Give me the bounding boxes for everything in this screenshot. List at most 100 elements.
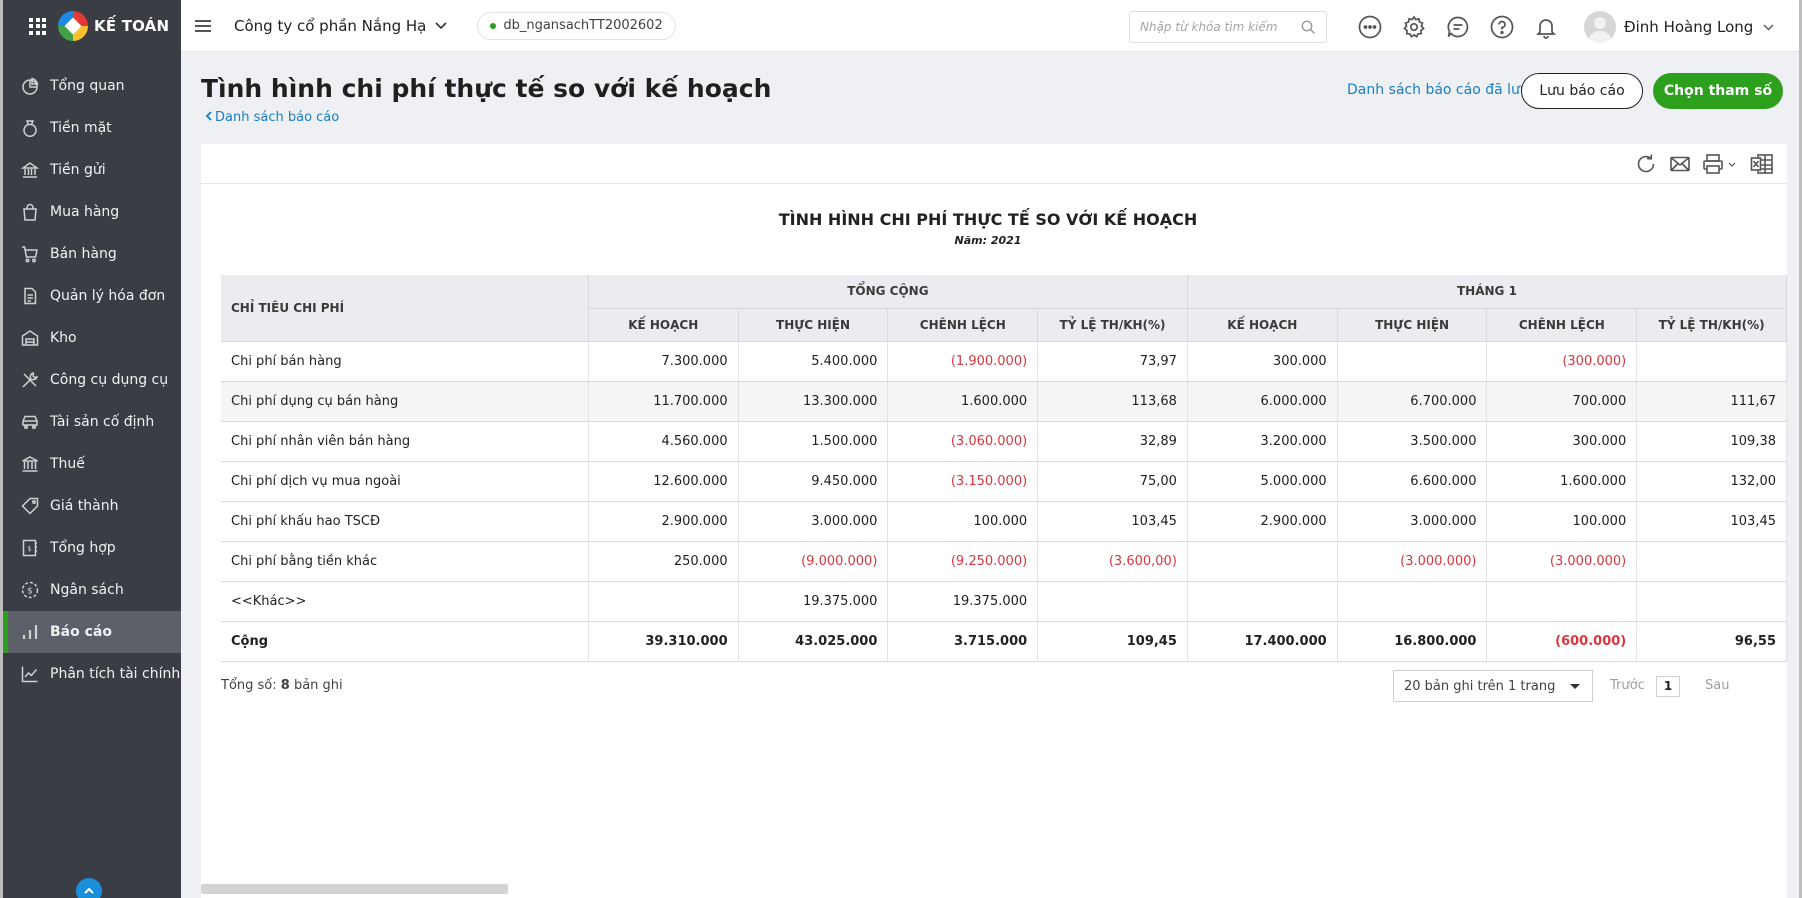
table-cell: (3.600,00)	[1037, 541, 1188, 582]
cost-item-name: Chi phí bằng tiền khác	[221, 541, 589, 582]
table-cell: 5.000.000	[1187, 461, 1338, 502]
horizontal-scrollbar[interactable]	[201, 884, 508, 894]
ledger-icon: $	[21, 539, 39, 557]
sidebar-item[interactable]: Tài sản cố định	[3, 401, 181, 443]
column-header-difference: CHÊNH LỆCH	[1486, 308, 1638, 342]
gear-icon[interactable]	[1401, 14, 1427, 40]
table-cell: 5.400.000	[738, 341, 889, 382]
record-count: Tổng số: 8 bản ghi	[221, 678, 343, 693]
table-cell: 2.900.000	[1187, 501, 1338, 542]
table-cell: 300.000	[1486, 421, 1638, 462]
cost-item-name: Chi phí khấu hao TSCĐ	[221, 501, 589, 542]
cost-item-name: Chi phí nhân viên bán hàng	[221, 421, 589, 462]
sidebar-item-label: Ngân sách	[50, 582, 124, 598]
table-row: Chi phí bằng tiền khác 250.000 (9.000.000)…	[221, 541, 1787, 582]
table-cell: 9.450.000	[738, 461, 889, 502]
sidebar-item[interactable]: Thuế	[3, 443, 181, 485]
table-cell: 103,45	[1636, 501, 1787, 542]
saved-reports-link[interactable]: Danh sách báo cáo đã lưu	[1347, 82, 1529, 98]
table-cell: 109,45	[1037, 621, 1188, 662]
table-cell: 96,55	[1636, 621, 1787, 662]
more-icon[interactable]	[1357, 14, 1383, 40]
sidebar-item[interactable]: Tổng quan	[3, 65, 181, 107]
table-cell: 3.715.000	[887, 621, 1039, 662]
collapse-sidebar-button[interactable]	[76, 878, 102, 898]
chevron-down-icon	[1763, 24, 1774, 30]
table-cell: 6.600.000	[1337, 461, 1488, 502]
sidebar-item-label: Tài sản cố định	[50, 414, 155, 430]
sidebar-item[interactable]: $ Tổng hợp	[3, 527, 181, 569]
table-cell: 16.800.000	[1337, 621, 1488, 662]
sidebar-item[interactable]: Bán hàng	[3, 233, 181, 275]
choose-parameters-button[interactable]: Chọn tham số	[1653, 73, 1783, 109]
table-cell: 132,00	[1636, 461, 1787, 502]
report-table-container: CHỈ TIÊU CHI PHÍ TỔNG CỘNG THÁNG 1 KẾ HO…	[221, 275, 1787, 662]
next-page-button[interactable]: Sau	[1705, 678, 1729, 693]
avatar	[1584, 11, 1616, 43]
shopping-bag-icon	[21, 203, 39, 221]
tax-building-icon	[21, 455, 39, 473]
search-input[interactable]: Nhập từ khóa tìm kiếm	[1129, 11, 1327, 43]
save-report-button[interactable]: Lưu báo cáo	[1521, 73, 1643, 109]
refresh-icon[interactable]	[1634, 152, 1658, 176]
page-size-value: 20 bản ghi trên 1 trang	[1404, 678, 1556, 694]
print-icon[interactable]	[1702, 152, 1738, 176]
table-cell: 109,38	[1636, 421, 1787, 462]
user-menu[interactable]: Đinh Hoàng Long	[1584, 11, 1774, 43]
table-cell: (3.150.000)	[887, 461, 1039, 502]
brand-logo	[58, 11, 88, 41]
table-cell: 1.600.000	[887, 381, 1039, 422]
bell-icon[interactable]	[1533, 14, 1559, 40]
table-cell: 1.500.000	[738, 421, 889, 462]
table-cell: 100.000	[887, 501, 1039, 542]
table-cell	[1337, 341, 1488, 382]
record-count-suffix: bản ghi	[289, 678, 343, 693]
column-header-plan: KẾ HOẠCH	[1187, 308, 1338, 342]
record-count-prefix: Tổng số:	[221, 678, 281, 693]
hamburger-menu-icon[interactable]	[195, 17, 211, 35]
group-header-total: TỔNG CỘNG	[588, 275, 1188, 309]
table-cell: 11.700.000	[588, 381, 739, 422]
database-badge[interactable]: db_ngansachTT2002602	[477, 11, 676, 40]
excel-export-icon[interactable]	[1750, 152, 1774, 176]
company-selector[interactable]: Công ty cổ phần Nắng Hạ	[234, 17, 447, 35]
table-cell: 3.200.000	[1187, 421, 1338, 462]
column-header-actual: THỰC HIỆN	[1337, 308, 1488, 342]
sidebar-nav: Tổng quan Tiền mặt Tiền gửi Mua hàng Bán hàn…	[3, 65, 181, 695]
chat-icon[interactable]	[1445, 14, 1471, 40]
table-cell	[1486, 581, 1638, 622]
email-icon[interactable]	[1668, 152, 1692, 176]
column-header-ratio: TỶ LỆ TH/KH(%)	[1636, 308, 1787, 342]
sidebar-item[interactable]: Giá thành	[3, 485, 181, 527]
tools-icon	[21, 371, 39, 389]
sidebar-item[interactable]: Phân tích tài chính	[3, 653, 181, 695]
sidebar-item-label: Tổng quan	[50, 78, 125, 94]
sidebar-top: KẾ TOÁN	[3, 0, 181, 52]
back-to-report-list-link[interactable]: Danh sách báo cáo	[205, 110, 339, 125]
sidebar-item-label: Tổng hợp	[50, 540, 116, 556]
help-icon[interactable]	[1489, 14, 1515, 40]
sidebar-item[interactable]: Công cụ dụng cụ	[3, 359, 181, 401]
table-row: Chi phí bán hàng 7.300.000 5.400.000 (1.900…	[221, 341, 1787, 382]
table-cell: 39.310.000	[588, 621, 739, 662]
status-dot	[490, 22, 497, 29]
table-cell: (9.000.000)	[738, 541, 889, 582]
sidebar-item[interactable]: Kho	[3, 317, 181, 359]
cart-icon	[21, 245, 39, 263]
table-cell: 2.900.000	[588, 501, 739, 542]
sidebar-item[interactable]: Mua hàng	[3, 191, 181, 233]
app-launcher-icon[interactable]	[29, 17, 46, 35]
report-table-body: Chi phí bán hàng 7.300.000 5.400.000 (1.900…	[221, 341, 1787, 662]
table-cell: 32,89	[1037, 421, 1188, 462]
sidebar-item[interactable]: Tiền gửi	[3, 149, 181, 191]
table-row: Chi phí khấu hao TSCĐ 2.900.000 3.000.000 1…	[221, 501, 1787, 542]
sidebar-item[interactable]: $ Ngân sách	[3, 569, 181, 611]
current-page-input[interactable]: 1	[1656, 676, 1680, 697]
table-cell: 4.560.000	[588, 421, 739, 462]
sidebar-item[interactable]: Báo cáo	[3, 611, 181, 653]
table-row: Chi phí dụng cụ bán hàng 11.700.000 13.300…	[221, 381, 1787, 422]
sidebar-item[interactable]: Quản lý hóa đơn	[3, 275, 181, 317]
prev-page-button[interactable]: Trước	[1610, 678, 1645, 693]
sidebar-item[interactable]: Tiền mặt	[3, 107, 181, 149]
page-size-select[interactable]: 20 bản ghi trên 1 trang	[1393, 670, 1593, 702]
